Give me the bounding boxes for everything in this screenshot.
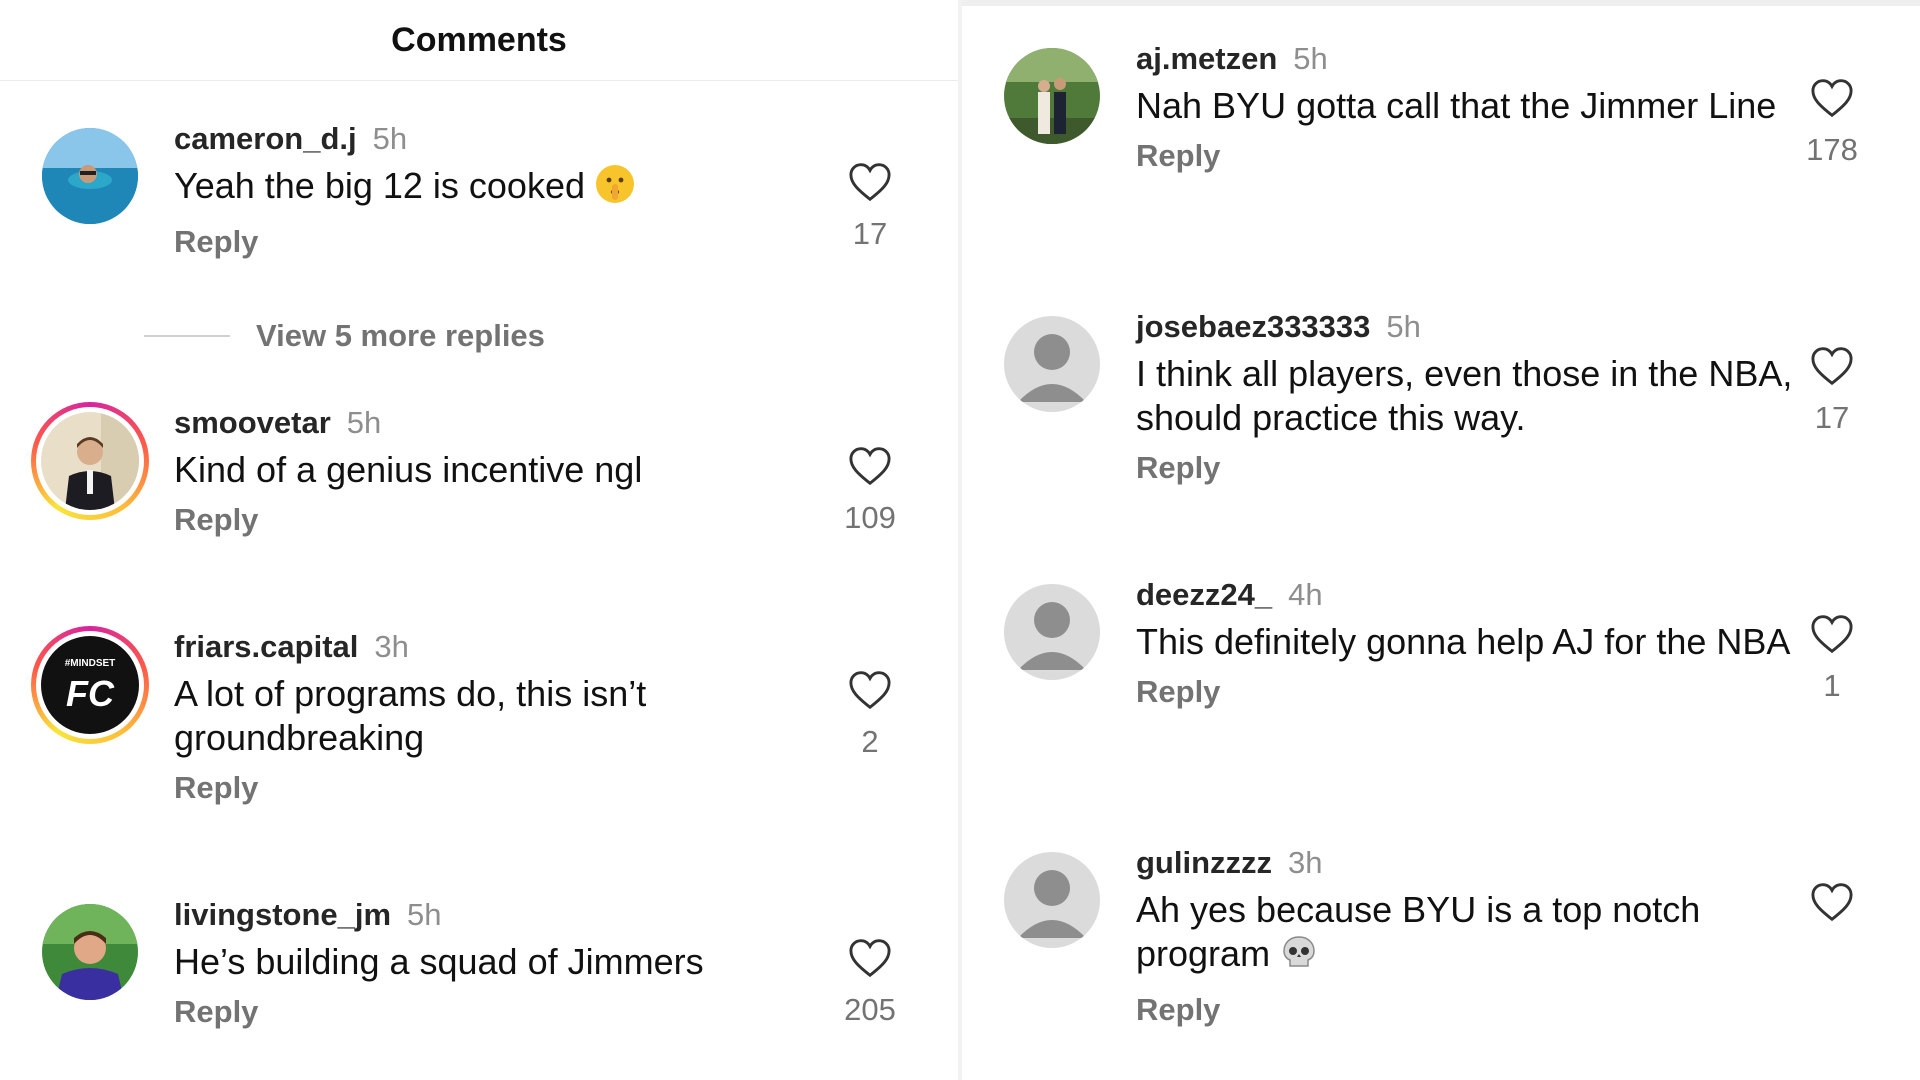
comment-time: 5h [1293,41,1328,76]
heart-icon[interactable] [1810,882,1854,922]
heart-icon[interactable] [848,670,892,710]
reply-button[interactable]: Reply [1136,670,1796,714]
comment-text: A lot of programs do, this isn’t groundb… [174,673,647,758]
avatar[interactable] [1004,316,1100,412]
avatar[interactable] [1004,48,1100,144]
default-user-icon [1018,870,1086,938]
comment-username[interactable]: josebaez333333 [1136,309,1370,344]
comment-text: Ah yes because BYU is a top notch progra… [1136,889,1701,974]
reply-button[interactable]: Reply [174,766,834,810]
comment-time: 5h [346,405,382,440]
comment-username[interactable]: deezz24_ [1136,577,1272,612]
heart-icon[interactable] [1810,346,1854,386]
shushing-face-emoji-icon [595,164,635,214]
reply-button[interactable]: Reply [1136,988,1796,1032]
comment-text: This definitely gonna help AJ for the NB… [1136,621,1791,662]
like-count: 17 [1814,400,1850,435]
like-count: 17 [852,216,888,251]
comments-panel-left: Comments cameron_d.j 5h Yeah the big 12 i… [0,0,958,1080]
comment-time: 4h [1288,577,1323,612]
comment-username[interactable]: gulinzzzz [1136,845,1272,880]
like-count: 178 [1806,132,1858,167]
reply-button[interactable]: Reply [1136,446,1796,490]
comment-text: Nah BYU gotta call that the Jimmer Line [1136,85,1777,126]
like-count: 109 [844,500,896,535]
default-user-icon [1018,334,1086,402]
reply-button[interactable]: Reply [1136,134,1796,178]
comment-time: 5h [372,121,408,156]
heart-icon[interactable] [1810,614,1854,654]
comments-header: Comments [0,0,958,81]
comment-time: 5h [1386,309,1421,344]
comment-text: Yeah the big 12 is cooked [174,165,585,206]
man-photo-icon [42,904,138,1000]
page-title: Comments [391,20,567,59]
heart-icon[interactable] [848,446,892,486]
suit-photo-icon [41,412,139,510]
avatar[interactable] [1004,584,1100,680]
comment-text: He’s building a squad of Jimmers [174,941,704,982]
like-count: 205 [844,992,896,1027]
comment-username[interactable]: cameron_d.j [174,121,357,156]
beach-photo-icon [42,128,138,224]
view-more-replies[interactable]: View 5 more replies [144,314,545,358]
reply-button[interactable]: Reply [174,220,834,264]
comment-username[interactable]: aj.metzen [1136,41,1277,76]
top-divider [962,0,1920,6]
view-more-label[interactable]: View 5 more replies [256,318,545,354]
avatar[interactable] [31,402,149,520]
avatar[interactable] [42,904,138,1000]
comment-username[interactable]: livingstone_jm [174,897,391,932]
like-count: 2 [861,724,879,759]
svg-text:FC: FC [66,673,115,714]
mindset-fc-logo-icon: #MINDSET FC [41,636,139,734]
comment-text: I think all players, even those in the N… [1136,353,1793,438]
heart-icon[interactable] [848,162,892,202]
comment-time: 3h [1288,845,1323,880]
reply-button[interactable]: Reply [174,498,834,542]
heart-icon[interactable] [1810,78,1854,118]
comment-username[interactable]: friars.capital [174,629,358,664]
comments-panel-right: aj.metzen 5h Nah BYU gotta call that the … [962,0,1920,1080]
comment-time: 3h [374,629,409,664]
default-user-icon [1018,602,1086,670]
like-count: 1 [1823,668,1841,703]
couple-photo-icon [1004,48,1100,144]
heart-icon[interactable] [848,938,892,978]
comment-username[interactable]: smoovetar [174,405,331,440]
avatar[interactable] [42,128,138,224]
comment-time: 5h [407,897,442,932]
avatar[interactable] [1004,852,1100,948]
svg-text:#MINDSET: #MINDSET [65,658,116,669]
avatar[interactable]: #MINDSET FC [31,626,149,744]
skull-emoji-icon [1280,934,1318,982]
comment-text: Kind of a genius incentive ngl [174,449,643,490]
reply-button[interactable]: Reply [174,990,834,1034]
view-more-line [144,335,230,337]
